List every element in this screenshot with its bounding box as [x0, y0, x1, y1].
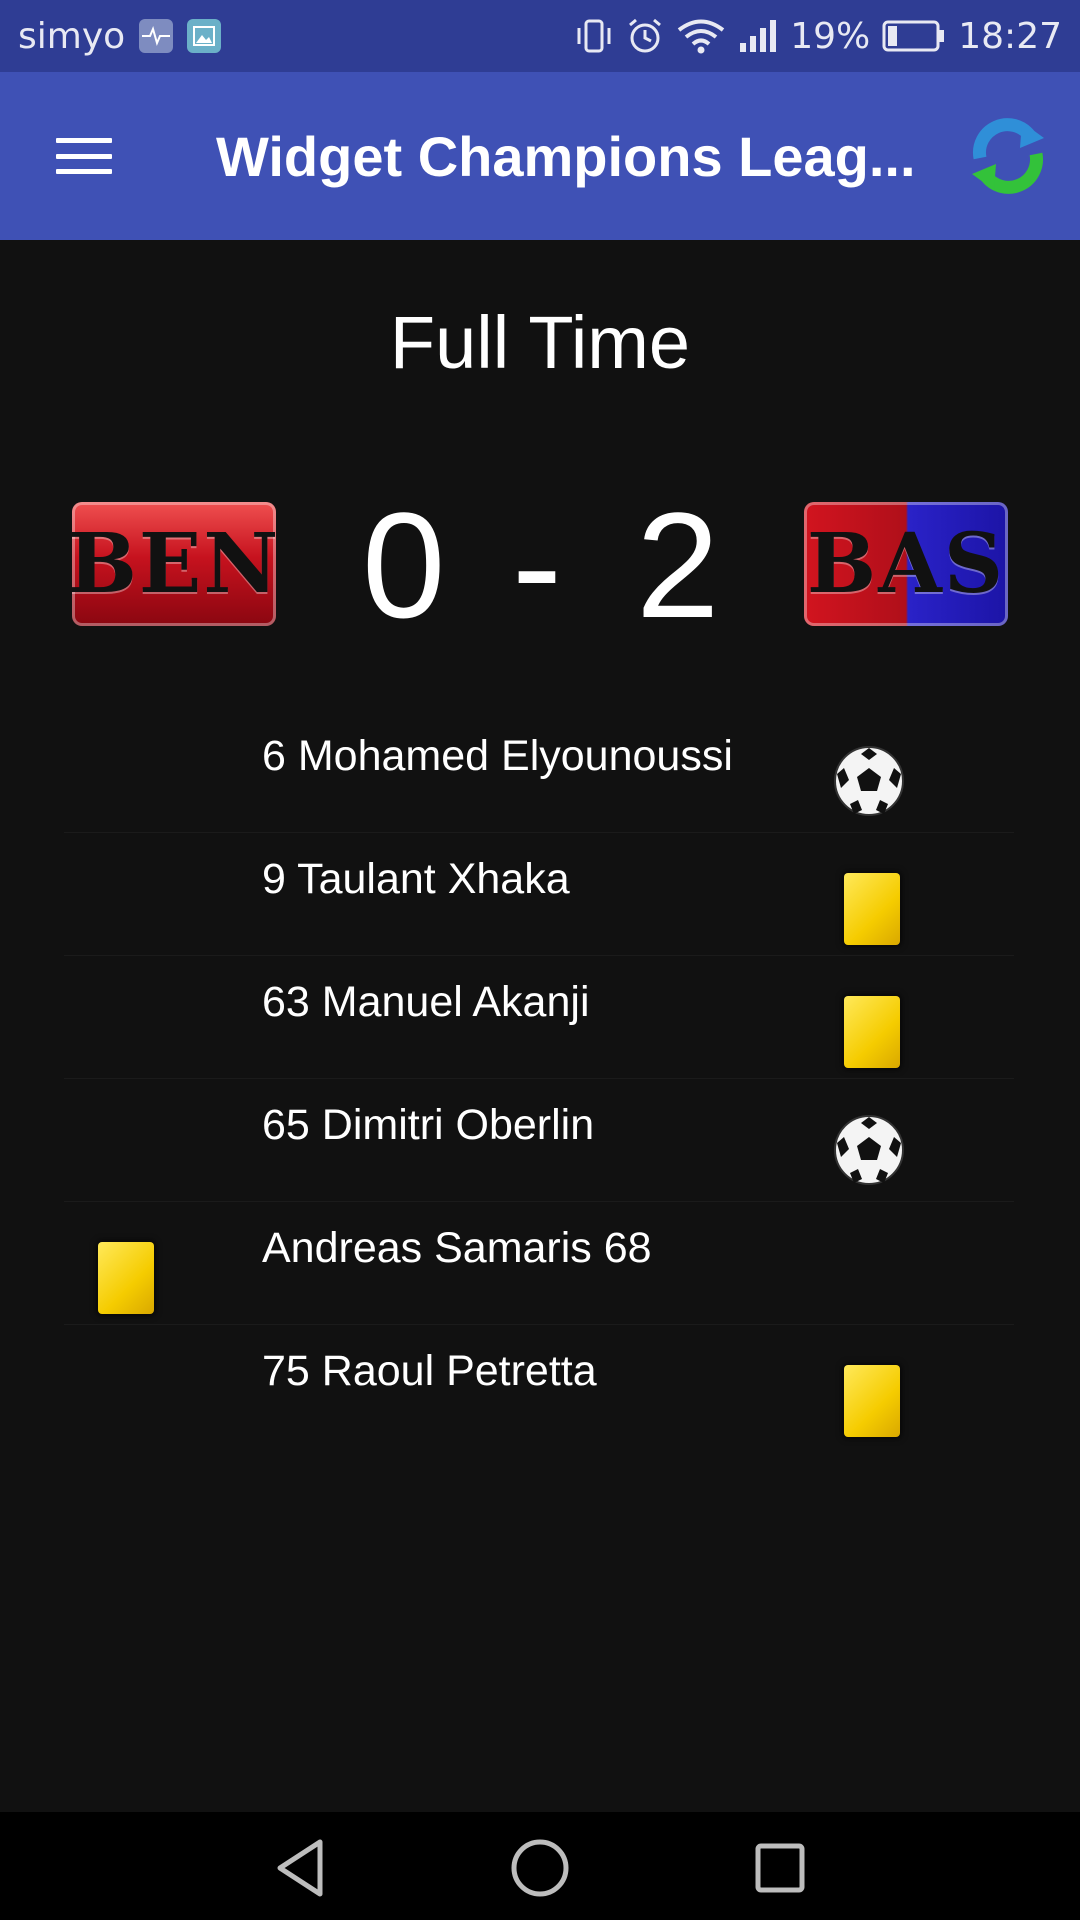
home-score: 0 — [362, 481, 446, 649]
home-team-logo: BEN — [72, 502, 276, 626]
home-icon — [511, 1839, 569, 1897]
event-row: 75 Raoul Petretta — [64, 1325, 1014, 1448]
yellow-card-icon — [844, 873, 900, 945]
clock: 18:27 — [958, 15, 1062, 57]
event-row: Andreas Samaris 68 — [64, 1202, 1014, 1325]
signal-icon — [738, 19, 778, 53]
hamburger-line — [56, 169, 112, 174]
battery-icon — [882, 19, 946, 53]
recents-icon — [755, 1843, 805, 1893]
app-bar: Widget Champions Leag... — [0, 72, 1080, 240]
event-row: 6 Mohamed Elyounoussi — [64, 710, 1014, 833]
event-text: 63 Manuel Akanji — [262, 978, 590, 1026]
menu-button[interactable] — [50, 130, 118, 182]
event-text: 65 Dimitri Oberlin — [262, 1101, 595, 1149]
alarm-icon — [626, 17, 664, 55]
refresh-icon — [972, 118, 1044, 194]
recents-button[interactable] — [748, 1836, 812, 1900]
home-team-name: BEN — [72, 516, 276, 612]
event-text: 6 Mohamed Elyounoussi — [262, 732, 733, 780]
home-button[interactable] — [508, 1836, 572, 1900]
battery-percent: 19% — [790, 15, 871, 57]
goal-icon — [834, 746, 904, 816]
event-row: 63 Manuel Akanji — [64, 956, 1014, 1079]
health-notification-icon — [139, 19, 174, 53]
goal-icon — [834, 1115, 904, 1185]
away-team-name: BAS — [806, 516, 1006, 612]
back-icon — [277, 1839, 323, 1897]
wifi-icon — [676, 17, 726, 55]
back-button[interactable] — [270, 1836, 334, 1900]
gallery-notification-icon — [187, 19, 222, 53]
event-row: 65 Dimitri Oberlin — [64, 1079, 1014, 1202]
event-text: Andreas Samaris 68 — [262, 1224, 652, 1272]
match-events-list: 6 Mohamed Elyounoussi 9 Taulant Xhaka 63… — [64, 710, 1014, 1448]
hamburger-icon — [56, 138, 112, 143]
match-detail: Full Time BEN 0 - 2 BAS 6 Mohamed Elyoun… — [0, 240, 1080, 1812]
event-row: 9 Taulant Xhaka — [64, 833, 1014, 956]
away-score: 2 — [636, 481, 720, 649]
carrier-label: simyo — [18, 15, 126, 57]
score-separator: - — [512, 481, 562, 649]
event-text: 75 Raoul Petretta — [262, 1347, 597, 1395]
hamburger-line — [56, 153, 112, 159]
event-text: 9 Taulant Xhaka — [262, 855, 570, 903]
app-title: Widget Champions Leag... — [216, 124, 916, 188]
away-team-logo: BAS — [804, 502, 1008, 626]
match-status: Full Time — [389, 301, 691, 384]
yellow-card-icon — [844, 1365, 900, 1437]
refresh-button[interactable] — [966, 114, 1050, 198]
vibrate-icon — [574, 18, 614, 54]
yellow-card-icon — [844, 996, 900, 1068]
status-bar: simyo 19% 18:27 — [0, 0, 1080, 72]
system-navigation-bar — [0, 1812, 1080, 1920]
yellow-card-icon — [98, 1242, 154, 1314]
